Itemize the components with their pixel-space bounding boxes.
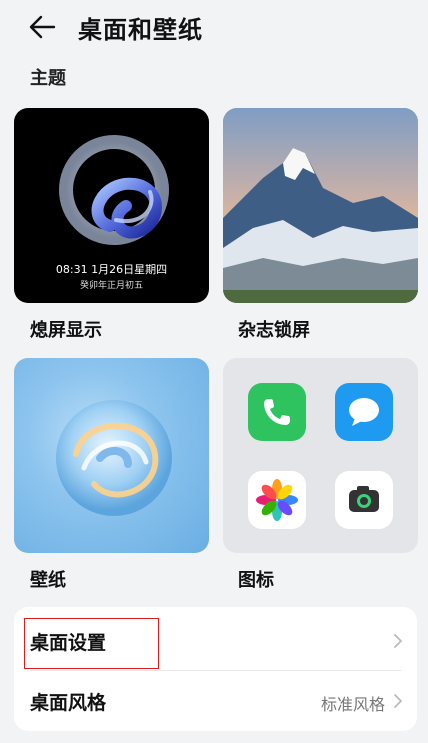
highlight-box: [24, 618, 159, 669]
mountain-image: [223, 108, 418, 303]
desktop-style-row[interactable]: 桌面风格 标准风格: [14, 671, 417, 731]
app-bar: 桌面和壁纸: [0, 0, 428, 56]
magazine-lockscreen-label: 杂志锁屏: [238, 320, 310, 341]
wallpaper-card[interactable]: [14, 358, 209, 553]
icons-card[interactable]: [223, 358, 418, 553]
back-arrow-icon[interactable]: [28, 14, 58, 40]
chevron-right-icon: [394, 634, 402, 648]
chevron-right-icon: [394, 694, 402, 708]
aod-preview-card[interactable]: 08:31 1月26日星期四 癸卯年正月初五: [14, 108, 209, 303]
message-icon: [335, 383, 393, 441]
desktop-style-label: 桌面风格: [30, 692, 107, 714]
aod-time-text: 08:31 1月26日星期四: [55, 263, 168, 276]
gallery-icon: [248, 471, 306, 529]
wallpaper-image: [56, 400, 172, 516]
aod-label: 熄屏显示: [30, 320, 102, 341]
screen: 桌面和壁纸 主题 08:31 1月26日星期四 癸卯年正月初五 熄屏显示 杂志锁…: [0, 0, 428, 743]
wallpaper-label: 壁纸: [30, 570, 66, 591]
section-title-theme: 主题: [30, 68, 66, 89]
desktop-style-value: 标准风格: [320, 695, 385, 714]
camera-icon: [335, 471, 393, 529]
phone-icon: [248, 383, 306, 441]
icons-label: 图标: [238, 570, 274, 591]
magazine-lockscreen-card[interactable]: [223, 108, 418, 303]
aod-lunar-text: 癸卯年正月初五: [79, 281, 143, 291]
page-title: 桌面和壁纸: [78, 16, 203, 44]
